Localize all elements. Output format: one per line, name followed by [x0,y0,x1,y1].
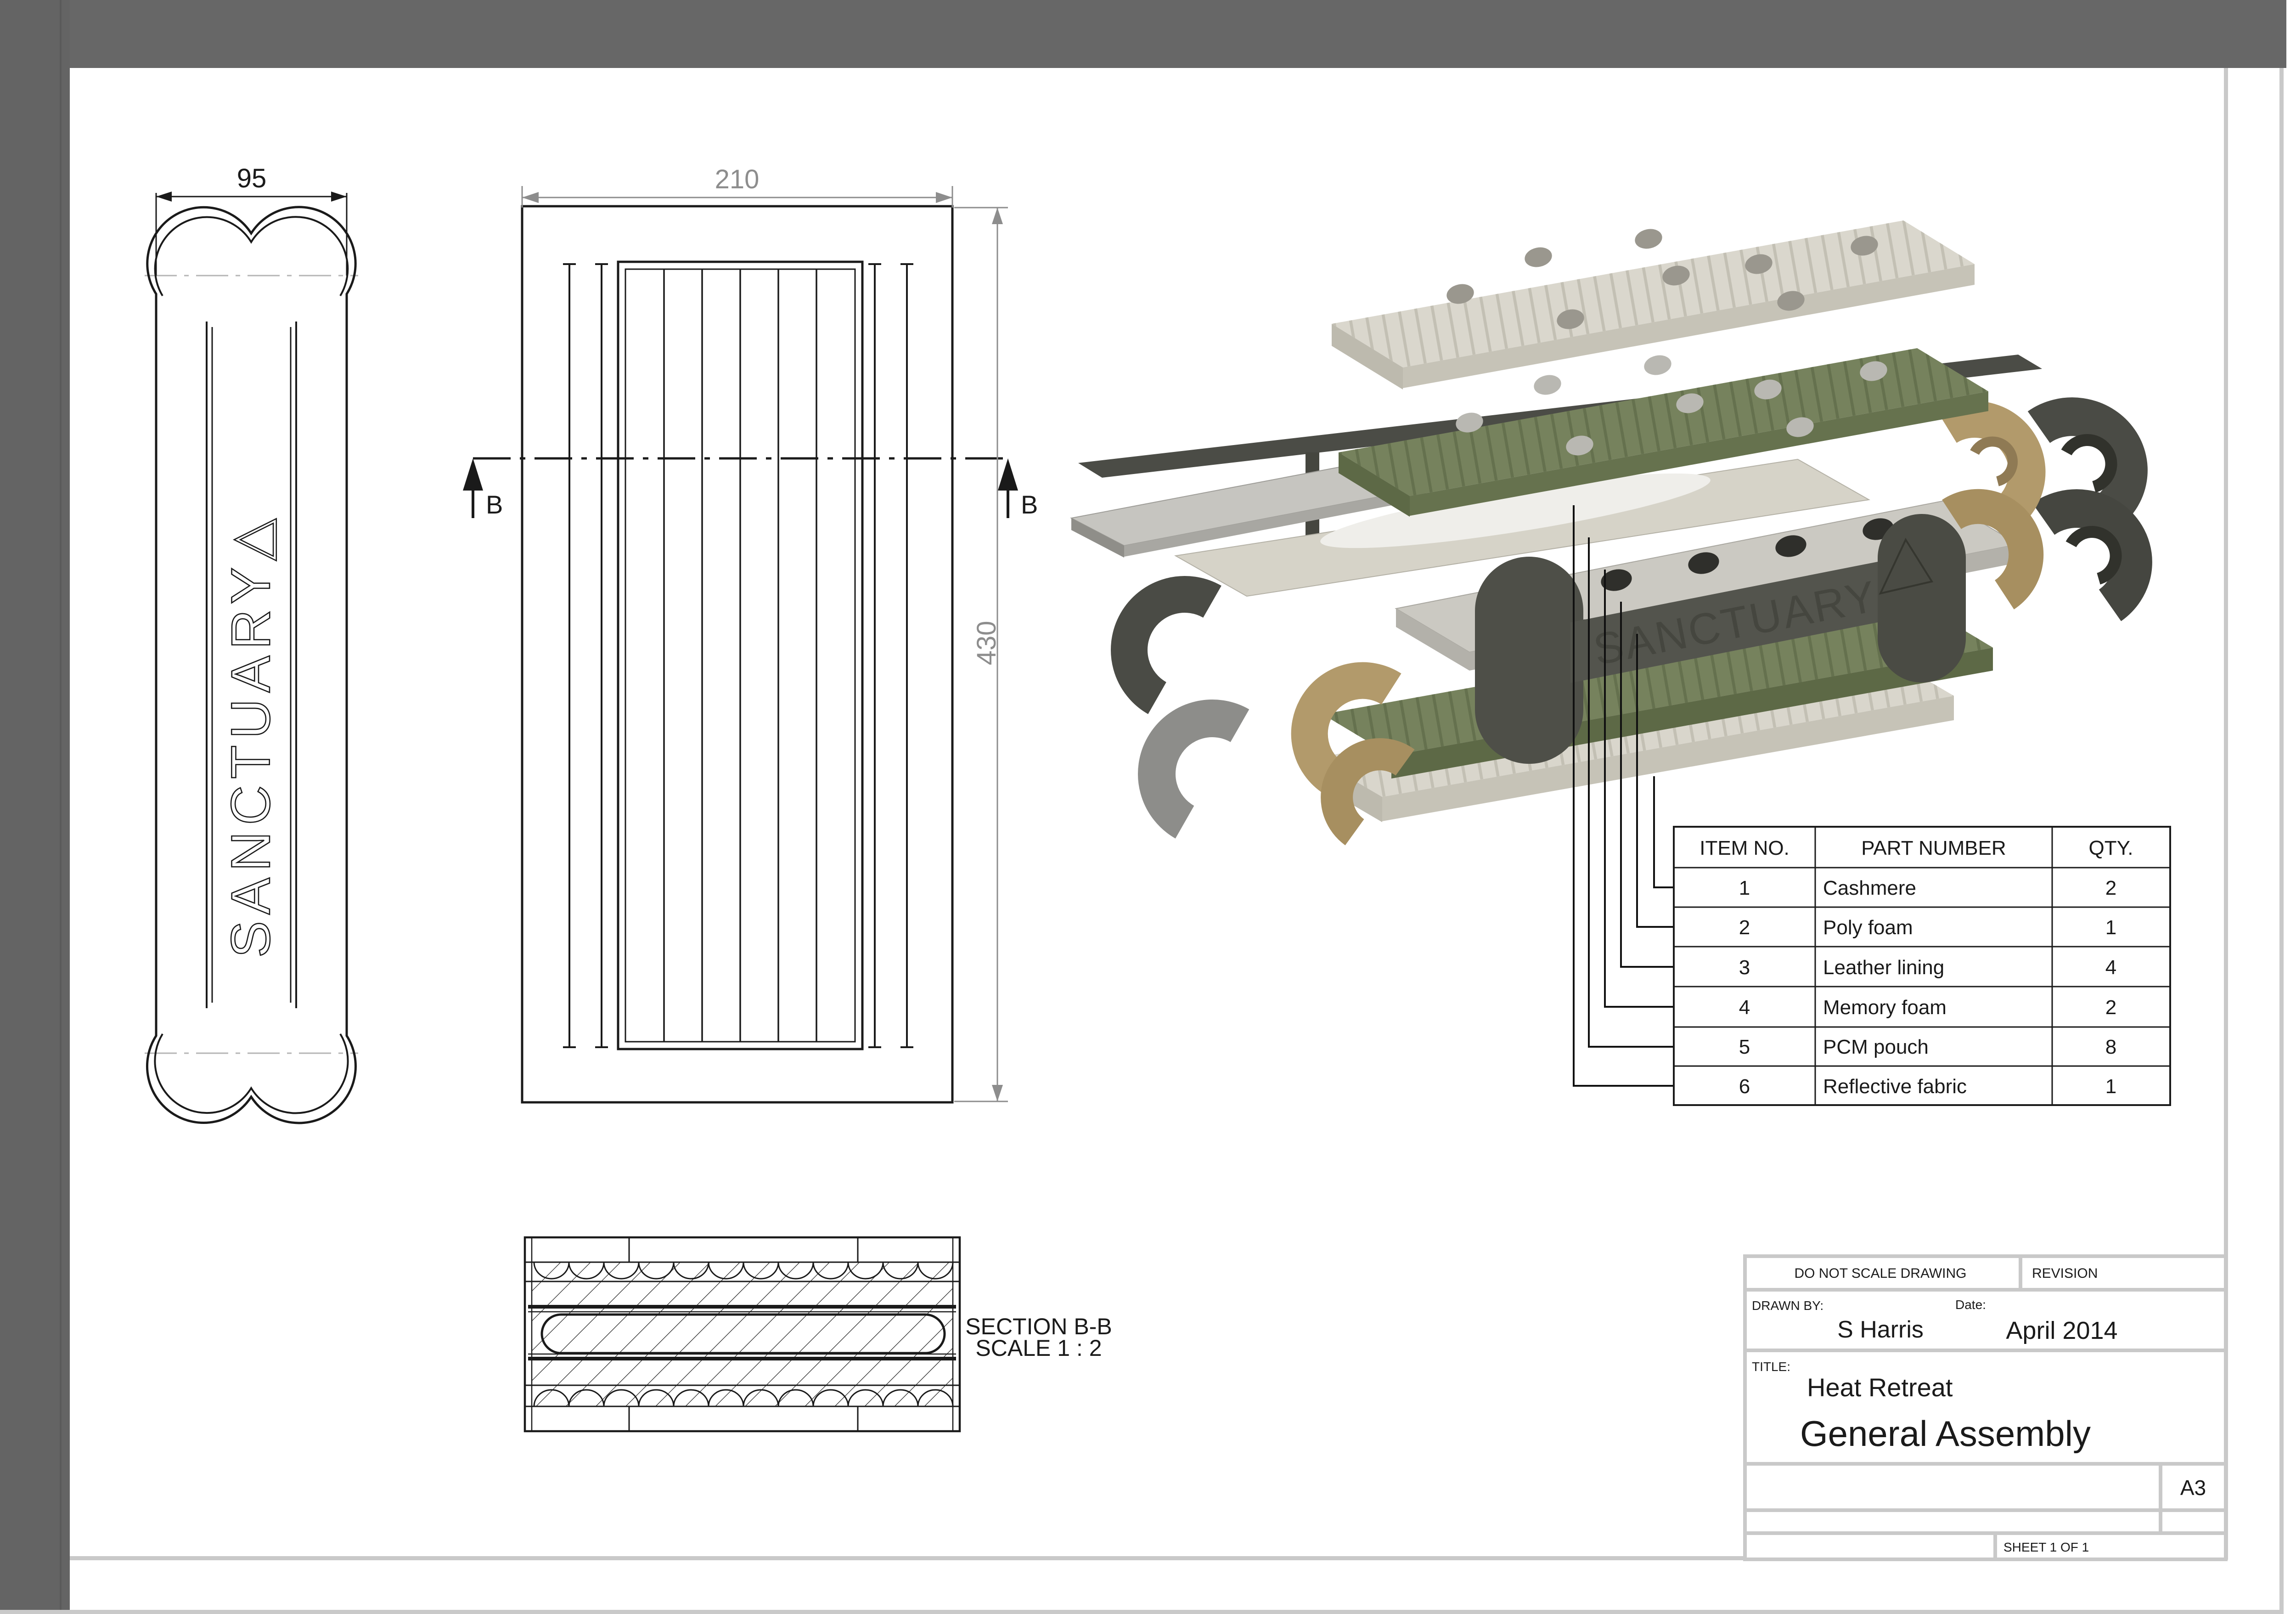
drawing-viewer: SANCTUARY△ 95 [0,0,2296,1614]
section-scale: SCALE 1 : 2 [975,1335,1102,1361]
sheet-number: SHEET 1 OF 1 [2003,1540,2089,1554]
bom-header-qty: QTY. [2088,837,2133,859]
bom-cell-part: Reflective fabric [1823,1075,1967,1098]
bom-cell-item: 4 [1739,996,1750,1019]
bom-header-part: PART NUMBER [1861,837,2006,859]
dim-95-label: 95 [237,164,267,193]
date-label: Date: [1955,1298,1986,1312]
sheet-size: A3 [2180,1476,2206,1500]
window-left-band [0,0,70,1610]
drawing-title: General Assembly [1800,1413,2091,1454]
project-name: Heat Retreat [1807,1373,1953,1402]
section-label-left: B [486,490,503,519]
bom-cell-qty: 8 [2105,1036,2116,1058]
section-label-right: B [1021,490,1038,519]
bom-cell-part: Memory foam [1823,996,1947,1019]
bom-cell-qty: 1 [2105,1075,2116,1098]
bom-table: ITEM NO. PART NUMBER QTY. 1 Cashmere 2 2… [1674,827,2170,1105]
revision-label: REVISION [2032,1266,2098,1281]
front-view-logo-text: SANCTUARY△ [220,512,281,958]
outer-border-bottom [0,1610,2284,1614]
bom-cell-item: 1 [1739,877,1750,899]
left-band-seam [60,0,62,1610]
title-block: DO NOT SCALE DRAWING REVISION DRAWN BY: … [1745,1256,2226,1559]
bom-cell-part: Leather lining [1823,956,1944,979]
drawn-by-value: S Harris [1837,1316,1924,1343]
do-not-scale-label: DO NOT SCALE DRAWING [1794,1266,1966,1281]
bom-cell-qty: 1 [2105,916,2116,939]
bom-cell-item: 5 [1739,1036,1750,1058]
dim-430-label: 430 [972,621,1002,666]
bom-cell-part: Cashmere [1823,877,1916,899]
section-view [525,1237,960,1431]
title-label: TITLE: [1752,1360,1790,1374]
drawing-sheet: SANCTUARY△ 95 [0,0,2296,1614]
bom-cell-qty: 2 [2105,877,2116,899]
bom-cell-part: PCM pouch [1823,1036,1929,1058]
date-value: April 2014 [2006,1317,2117,1344]
outer-border-right [2279,68,2284,1614]
bom-cell-item: 6 [1739,1075,1750,1098]
bom-cell-item: 2 [1739,916,1750,939]
dim-210-label: 210 [715,164,760,194]
bom-cell-qty: 4 [2105,956,2116,979]
bom-cell-qty: 2 [2105,996,2116,1019]
bom-cell-part: Poly foam [1823,916,1913,939]
bom-header-item: ITEM NO. [1699,837,1790,859]
bom-cell-item: 3 [1739,956,1750,979]
drawn-by-label: DRAWN BY: [1752,1298,1823,1313]
window-top-band [0,0,2286,68]
